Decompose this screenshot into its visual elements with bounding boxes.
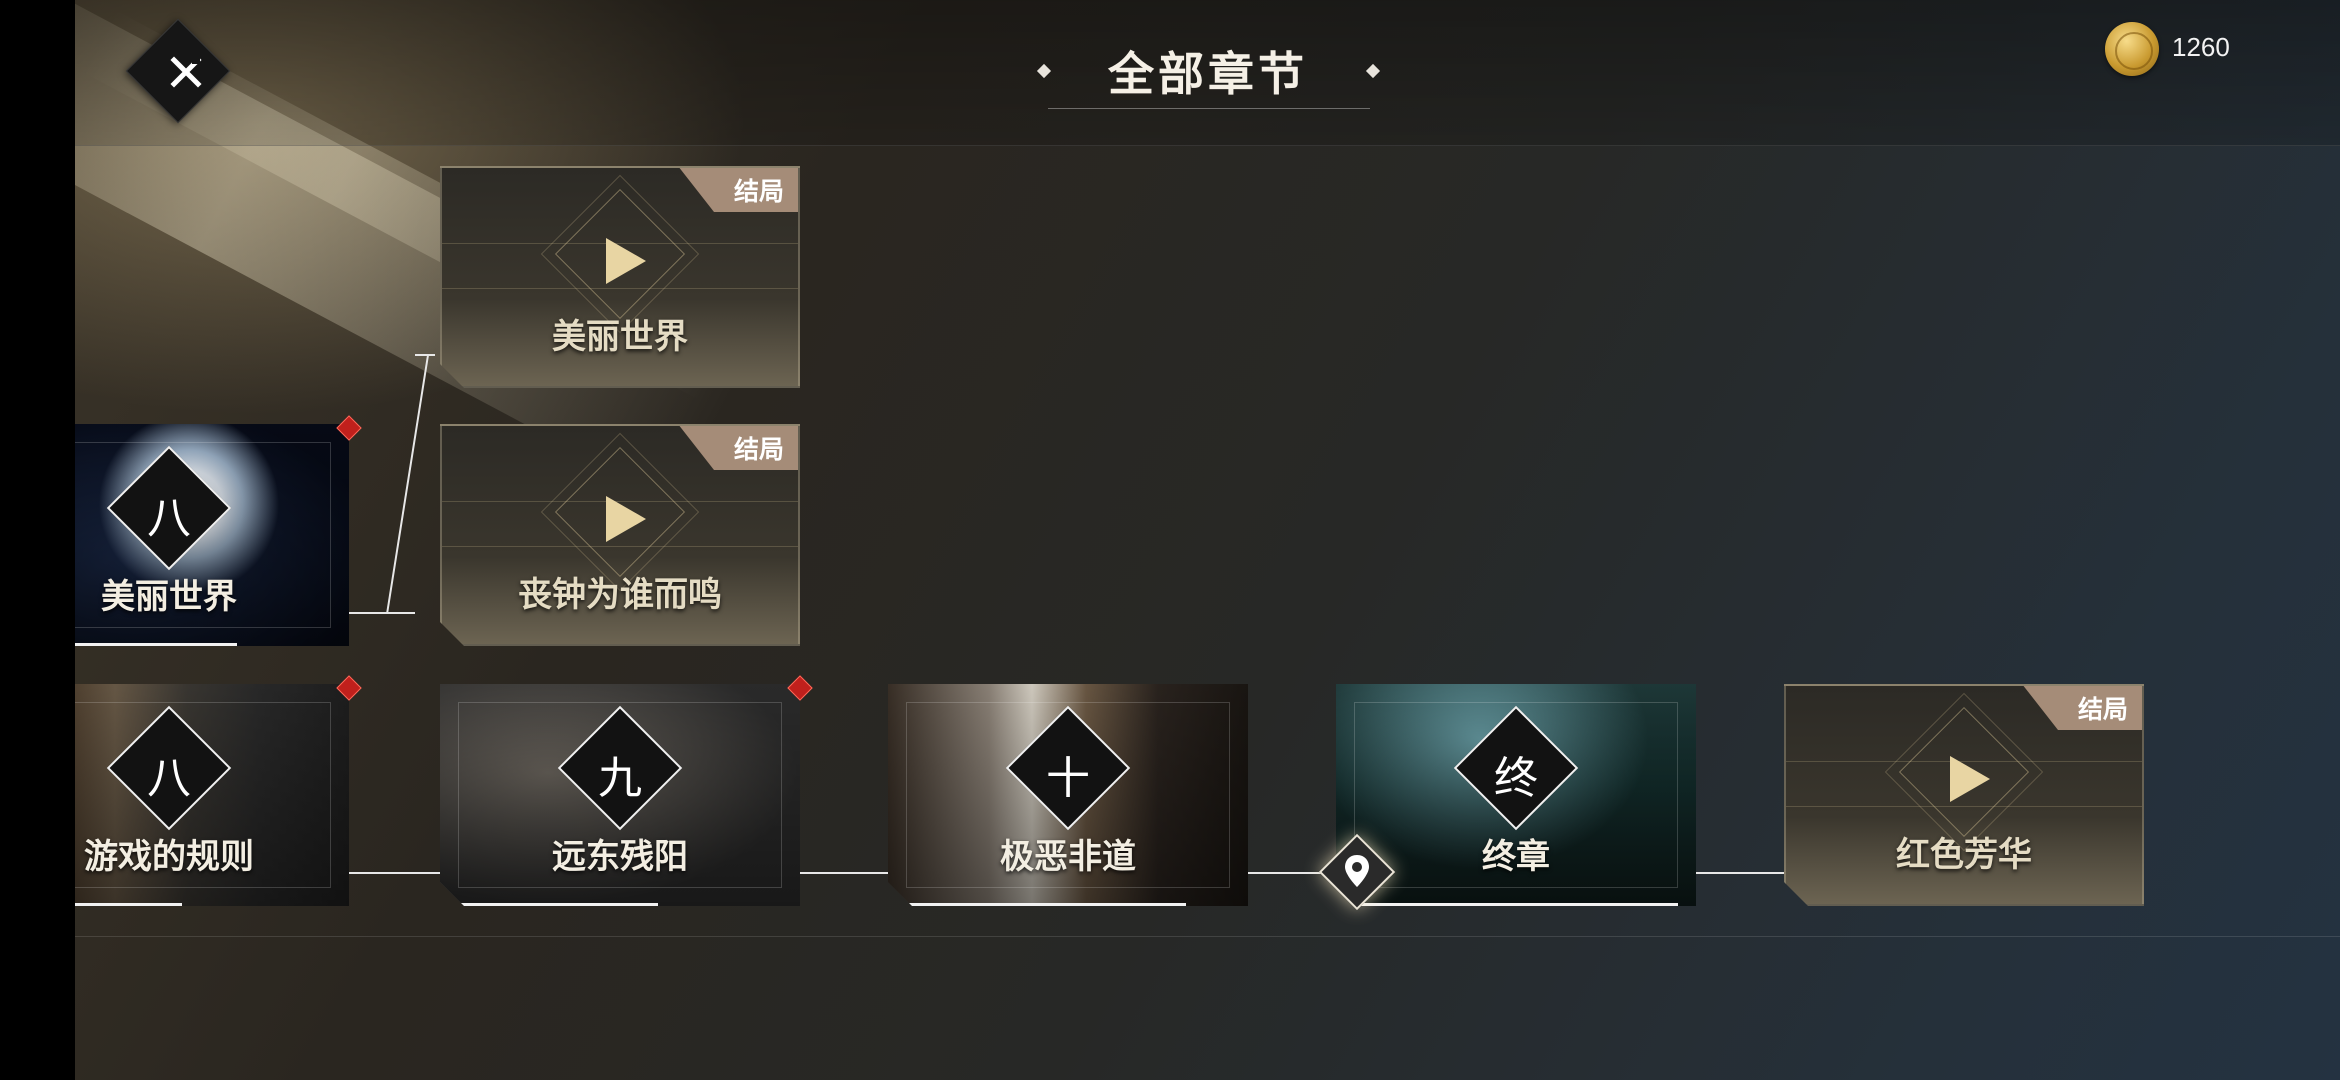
card-title: 极恶非道 bbox=[1000, 837, 1136, 877]
divider bbox=[75, 936, 2340, 937]
card-title: 丧钟为谁而鸣 bbox=[518, 575, 722, 615]
ending-tag: 结局 bbox=[678, 166, 800, 212]
chapter-progress-bar bbox=[906, 903, 1186, 906]
coin-icon bbox=[2105, 22, 2159, 76]
chapter-progress-bar bbox=[75, 903, 182, 906]
play-icon[interactable] bbox=[604, 236, 648, 286]
chapter-progress-bar bbox=[1354, 903, 1678, 906]
chapter-card[interactable]: 八 美丽世界 bbox=[75, 424, 349, 646]
ending-tag: 结局 bbox=[2022, 684, 2144, 730]
chapter-number: 八 bbox=[147, 493, 191, 544]
card-title: 红色芳华 bbox=[1896, 835, 2032, 875]
close-icon[interactable] bbox=[166, 52, 206, 92]
connector-line bbox=[349, 612, 415, 614]
ending-card[interactable]: 结局 美丽世界 bbox=[440, 166, 800, 388]
ending-tag: 结局 bbox=[678, 424, 800, 470]
connector-line bbox=[349, 872, 441, 874]
play-icon[interactable] bbox=[1948, 754, 1992, 804]
chapter-card[interactable]: 九 远东残阳 bbox=[440, 684, 800, 906]
chapter-map: 全部章节 1260 结局 美丽世界 结局 丧钟为谁而鸣 八 美丽世界 八 游戏的… bbox=[75, 0, 2340, 1080]
chapter-number: 九 bbox=[598, 753, 642, 804]
chapter-number: 十 bbox=[1046, 753, 1090, 804]
card-title: 美丽世界 bbox=[552, 317, 688, 357]
title-underline bbox=[1048, 108, 1370, 109]
connector-line bbox=[415, 354, 435, 356]
card-title: 远东残阳 bbox=[552, 837, 688, 877]
coin-count: 1260 bbox=[2172, 32, 2230, 62]
location-pin-icon bbox=[1345, 855, 1369, 887]
card-title: 美丽世界 bbox=[101, 577, 237, 617]
chapter-number: 终 bbox=[1494, 753, 1538, 804]
chapter-number: 八 bbox=[147, 753, 191, 804]
chapter-progress-bar bbox=[75, 643, 237, 646]
connector-line bbox=[386, 354, 430, 614]
ending-card[interactable]: 结局 丧钟为谁而鸣 bbox=[440, 424, 800, 646]
ending-card[interactable]: 结局 红色芳华 bbox=[1784, 684, 2144, 906]
connector-line bbox=[797, 872, 889, 874]
card-title: 游戏的规则 bbox=[84, 837, 254, 877]
page-title: 全部章节 bbox=[1108, 47, 1308, 101]
left-black-bar bbox=[0, 0, 75, 1080]
chapter-card[interactable]: 八 游戏的规则 bbox=[75, 684, 349, 906]
chapter-card[interactable]: 十 极恶非道 bbox=[888, 684, 1248, 906]
play-icon[interactable] bbox=[604, 494, 648, 544]
chapter-progress-bar bbox=[458, 903, 658, 906]
connector-line bbox=[1693, 872, 1785, 874]
